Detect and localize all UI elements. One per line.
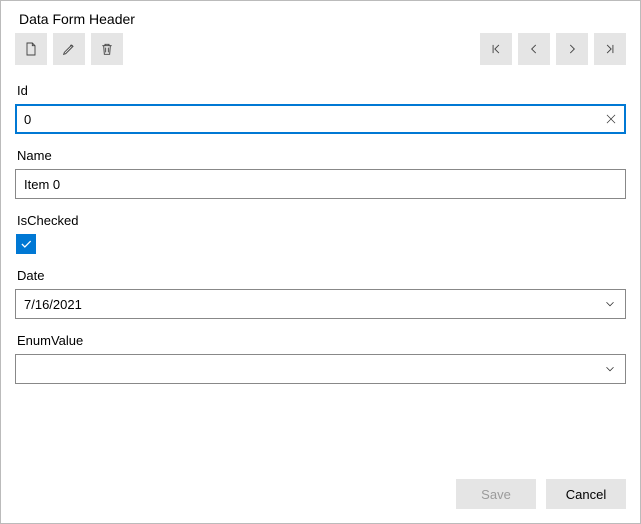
footer: Save Cancel (15, 467, 626, 509)
new-file-icon (23, 41, 39, 57)
delete-button[interactable] (91, 33, 123, 65)
field-ischecked: IsChecked (15, 213, 626, 254)
toolbar (15, 33, 626, 65)
field-id: Id (15, 83, 626, 134)
nav-first-icon (489, 42, 503, 56)
nav-first-button[interactable] (480, 33, 512, 65)
nav-prev-button[interactable] (518, 33, 550, 65)
ischecked-checkbox[interactable] (16, 234, 36, 254)
field-name: Name (15, 148, 626, 199)
nav-last-button[interactable] (594, 33, 626, 65)
name-input[interactable] (15, 169, 626, 199)
data-form-window: Data Form Header (0, 0, 641, 524)
id-clear-button[interactable] (604, 112, 618, 126)
check-icon (19, 237, 33, 251)
chevron-down-icon (603, 297, 617, 311)
ischecked-label: IsChecked (17, 213, 626, 228)
edit-icon (61, 41, 77, 57)
date-label: Date (17, 268, 626, 283)
delete-icon (99, 41, 115, 57)
enumvalue-label: EnumValue (17, 333, 626, 348)
id-label: Id (17, 83, 626, 98)
save-button[interactable]: Save (456, 479, 536, 509)
chevron-down-icon (603, 362, 617, 376)
edit-button[interactable] (53, 33, 85, 65)
field-enumvalue: EnumValue (15, 333, 626, 384)
id-input-wrap (15, 104, 626, 134)
enumvalue-dropdown[interactable] (15, 354, 626, 384)
close-icon (604, 112, 618, 126)
name-label: Name (17, 148, 626, 163)
date-value: 7/16/2021 (24, 297, 603, 312)
date-picker[interactable]: 7/16/2021 (15, 289, 626, 319)
toolbar-left-group (15, 33, 123, 65)
form-header-title: Data Form Header (19, 11, 626, 27)
cancel-button[interactable]: Cancel (546, 479, 626, 509)
nav-next-button[interactable] (556, 33, 588, 65)
toolbar-nav-group (480, 33, 626, 65)
nav-next-icon (565, 42, 579, 56)
new-button[interactable] (15, 33, 47, 65)
id-input[interactable] (15, 104, 626, 134)
nav-last-icon (603, 42, 617, 56)
nav-prev-icon (527, 42, 541, 56)
field-date: Date 7/16/2021 (15, 268, 626, 319)
